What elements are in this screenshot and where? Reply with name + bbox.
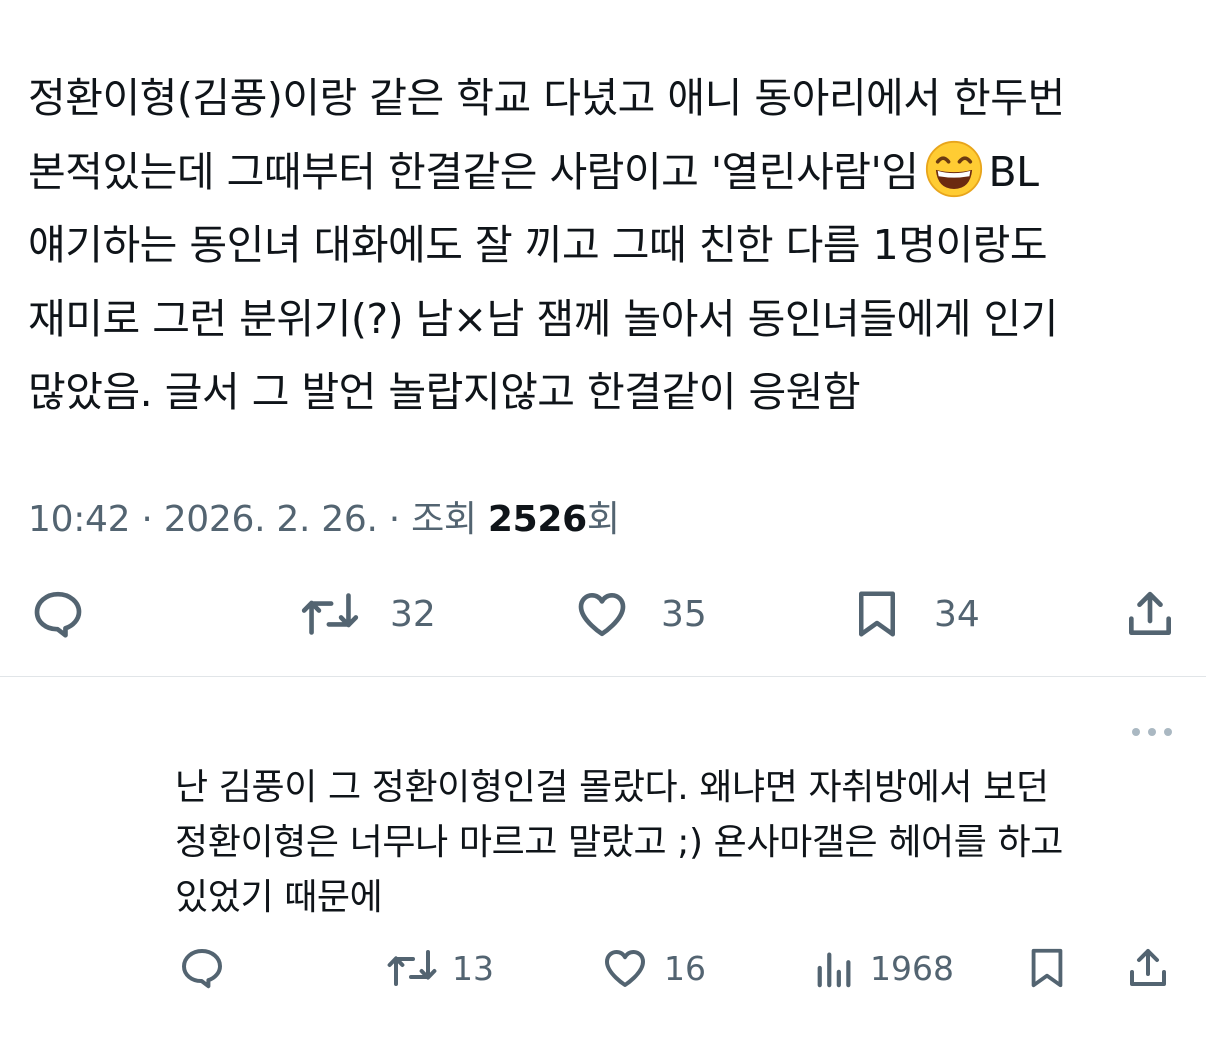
reply-like-button[interactable]: 16 <box>600 944 706 992</box>
tweet-meta: 10:42 · 2026. 2. 26. · 조회 2526회 <box>28 490 620 542</box>
heart-icon <box>605 950 645 987</box>
tweet-line: 얘기하는 동인녀 대화에도 잘 끼고 그때 친한 다름 1명이랑도 <box>28 221 1048 269</box>
views-label: 조회 <box>411 499 488 540</box>
reply-retweet-count: 13 <box>452 948 494 988</box>
reply-line: 있었기 때문에 <box>175 877 383 918</box>
views-suffix: 회 <box>586 499 620 540</box>
bar-chart-icon <box>817 952 851 988</box>
like-button[interactable]: 35 <box>573 586 707 642</box>
reply-bookmark-button[interactable] <box>1024 944 1070 992</box>
share-icon <box>1129 591 1171 635</box>
bookmark-icon <box>1031 948 1063 988</box>
retweet-icon <box>301 593 359 635</box>
more-options-button[interactable] <box>1130 722 1174 746</box>
tweet-date[interactable]: 2026. 2. 26. <box>164 499 378 540</box>
reply-button[interactable] <box>30 586 86 642</box>
reply-retweet-button[interactable]: 13 <box>386 944 494 992</box>
grinning-face-emoji <box>925 140 982 197</box>
more-dots-icon <box>1132 728 1172 736</box>
reply-views-count: 1968 <box>870 948 954 988</box>
bookmark-count: 34 <box>934 593 980 635</box>
tweet-line: 본적있는데 그때부터 한결같은 사람이고 '열린사람'임 BL <box>28 136 1188 210</box>
tweet-body: 정환이형(김풍)이랑 같은 학교 다녔고 애니 동아리에서 한두번 본적있는데 … <box>28 62 1188 430</box>
tweet-line: 정환이형(김풍)이랑 같은 학교 다녔고 애니 동아리에서 한두번 <box>28 74 1065 122</box>
reply-line: 정환이형은 너무나 마르고 말랐고 ;) 욘사마갤은 헤어를 하고 <box>175 822 1063 863</box>
divider <box>0 676 1206 677</box>
tweet-line: 재미로 그런 분위기(?) 남×남 잼께 놀아서 동인녀들에게 인기 <box>28 294 1058 343</box>
bookmark-icon <box>859 591 895 637</box>
reply-icon <box>34 591 82 638</box>
reply-reply-button[interactable] <box>178 944 226 992</box>
meta-separator: · <box>130 499 164 540</box>
reply-icon <box>182 949 222 989</box>
heart-icon <box>578 593 626 637</box>
retweet-button[interactable]: 32 <box>300 586 436 642</box>
tweet-line-text: 본적있는데 그때부터 한결같은 사람이고 '열린사람'임 <box>28 147 919 196</box>
share-button[interactable] <box>1122 586 1178 642</box>
reply-body: 난 김풍이 그 정환이형인걸 몰랐다. 왜냐면 자취방에서 보던 정환이형은 너… <box>175 760 1185 925</box>
reply-line: 난 김풍이 그 정환이형인걸 몰랐다. 왜냐면 자취방에서 보던 <box>175 767 1049 808</box>
like-count: 35 <box>661 593 707 635</box>
reply-like-count: 16 <box>664 948 706 988</box>
reply-share-button[interactable] <box>1124 944 1172 992</box>
retweet-icon <box>387 950 437 986</box>
reply-views-button[interactable]: 1968 <box>814 944 954 992</box>
tweet-time[interactable]: 10:42 <box>28 499 131 540</box>
retweet-count: 32 <box>390 593 436 635</box>
tweet-line: 많았음. 글서 그 발언 놀랍지않고 한결같이 응원함 <box>28 368 861 416</box>
meta-separator: · <box>377 499 412 540</box>
tweet-line-text: BL <box>988 147 1039 196</box>
bookmark-button[interactable]: 34 <box>850 586 980 642</box>
views-count: 2526 <box>487 499 587 540</box>
share-icon <box>1130 949 1166 986</box>
